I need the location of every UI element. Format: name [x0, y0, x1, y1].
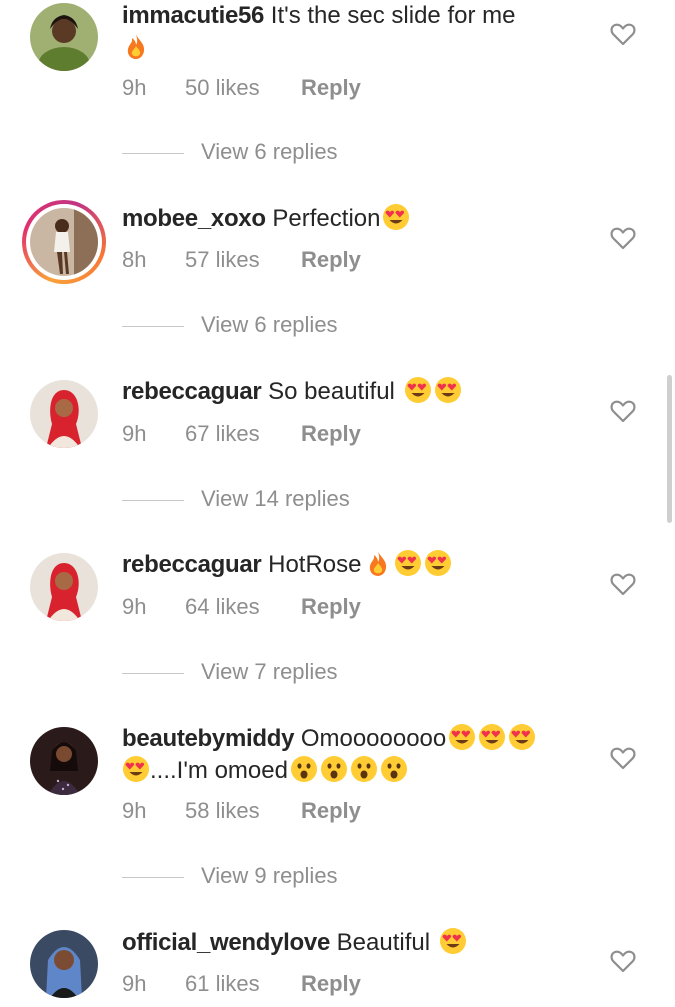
heart-outline-icon[interactable] [610, 226, 636, 250]
divider-line [122, 500, 184, 501]
comment-text: mobee_xoxo Perfection [122, 203, 592, 235]
comment-body: HotRose [268, 551, 362, 578]
view-replies-label: View 14 replies [201, 486, 350, 511]
view-replies-label: View 6 replies [201, 312, 338, 337]
avatar [30, 208, 98, 276]
comment-text: beautebymiddy Omoooooooo ....I'm omoed [122, 723, 592, 787]
avatar[interactable] [30, 3, 98, 71]
heart-eyes-emoji-icon [122, 755, 150, 783]
avatar[interactable] [30, 727, 98, 795]
avatar-ring-gap [26, 204, 102, 280]
comment-body-line2: ....I'm omoed [150, 757, 288, 784]
comment-time: 9h [122, 971, 147, 996]
avatar-story-ring[interactable] [22, 200, 106, 284]
reply-button[interactable]: Reply [301, 971, 361, 997]
comment-text: rebeccaguar So beautiful [122, 376, 592, 408]
comment-body: It's the sec slide for me [270, 2, 516, 29]
fire-emoji-icon [364, 549, 392, 577]
heart-outline-icon[interactable] [610, 746, 636, 770]
heart-eyes-emoji-icon [478, 723, 506, 751]
heart-outline-icon[interactable] [610, 22, 636, 46]
scrollbar-thumb[interactable] [667, 375, 672, 523]
comment-likes[interactable]: 57 likes [185, 247, 260, 273]
reply-button[interactable]: Reply [301, 75, 361, 101]
comment-username[interactable]: beautebymiddy [122, 725, 294, 752]
comment-body: So beautiful [268, 378, 395, 405]
heart-outline-icon[interactable] [610, 949, 636, 973]
heart-outline-icon[interactable] [610, 399, 636, 423]
comment-time: 9h [122, 421, 147, 446]
comment-time: 9h [122, 798, 147, 823]
heart-eyes-emoji-icon [394, 549, 422, 577]
view-replies-link[interactable]: View 7 replies [122, 659, 422, 689]
divider-line [122, 673, 184, 674]
reply-button[interactable]: Reply [301, 594, 361, 620]
divider-line [122, 153, 184, 154]
comment-text: rebeccaguar HotRose [122, 549, 592, 581]
view-replies-link[interactable]: View 14 replies [122, 486, 422, 516]
view-replies-link[interactable]: View 6 replies [122, 312, 422, 342]
heart-eyes-emoji-icon [404, 376, 432, 404]
comment-username[interactable]: official_wendylove [122, 929, 330, 956]
view-replies-label: View 9 replies [201, 863, 338, 888]
avatar[interactable] [30, 930, 98, 998]
comment-time: 9h [122, 594, 147, 619]
heart-eyes-emoji-icon [448, 723, 476, 751]
heart-eyes-emoji-icon [434, 376, 462, 404]
comment-time: 8h [122, 247, 147, 272]
view-replies-link[interactable]: View 6 replies [122, 139, 422, 169]
comment-username[interactable]: rebeccaguar [122, 551, 262, 578]
comment-time: 9h [122, 75, 147, 100]
comment-body: Beautiful [336, 929, 431, 956]
avatar[interactable] [30, 380, 98, 448]
view-replies-label: View 6 replies [201, 139, 338, 164]
astonished-emoji-icon [350, 755, 378, 783]
reply-button[interactable]: Reply [301, 421, 361, 447]
comment-text: official_wendylove Beautiful [122, 927, 592, 959]
comment-text: immacutie56 It's the sec slide for me [122, 0, 592, 64]
avatar[interactable] [30, 553, 98, 621]
divider-line [122, 326, 184, 327]
heart-eyes-emoji-icon [508, 723, 536, 751]
comment-likes[interactable]: 50 likes [185, 75, 260, 101]
view-replies-link[interactable]: View 9 replies [122, 863, 422, 893]
fire-emoji-icon [122, 32, 150, 60]
reply-button[interactable]: Reply [301, 247, 361, 273]
heart-eyes-emoji-icon [439, 927, 467, 955]
astonished-emoji-icon [290, 755, 318, 783]
comment-likes[interactable]: 64 likes [185, 594, 260, 620]
comment-username[interactable]: rebeccaguar [122, 378, 262, 405]
comment-likes[interactable]: 67 likes [185, 421, 260, 447]
astonished-emoji-icon [380, 755, 408, 783]
comments-feed: immacutie56 It's the sec slide for me 9h… [0, 0, 675, 1007]
heart-outline-icon[interactable] [610, 572, 636, 596]
comment-likes[interactable]: 61 likes [185, 971, 260, 997]
comment-body: Omoooooooo [300, 725, 447, 752]
view-replies-label: View 7 replies [201, 659, 338, 684]
comment-likes[interactable]: 58 likes [185, 798, 260, 824]
reply-button[interactable]: Reply [301, 798, 361, 824]
comment-username[interactable]: immacutie56 [122, 2, 264, 29]
heart-eyes-emoji-icon [424, 549, 452, 577]
divider-line [122, 877, 184, 878]
heart-eyes-emoji-icon [382, 203, 410, 231]
comment-body: Perfection [272, 205, 381, 232]
comment-username[interactable]: mobee_xoxo [122, 205, 266, 232]
astonished-emoji-icon [320, 755, 348, 783]
